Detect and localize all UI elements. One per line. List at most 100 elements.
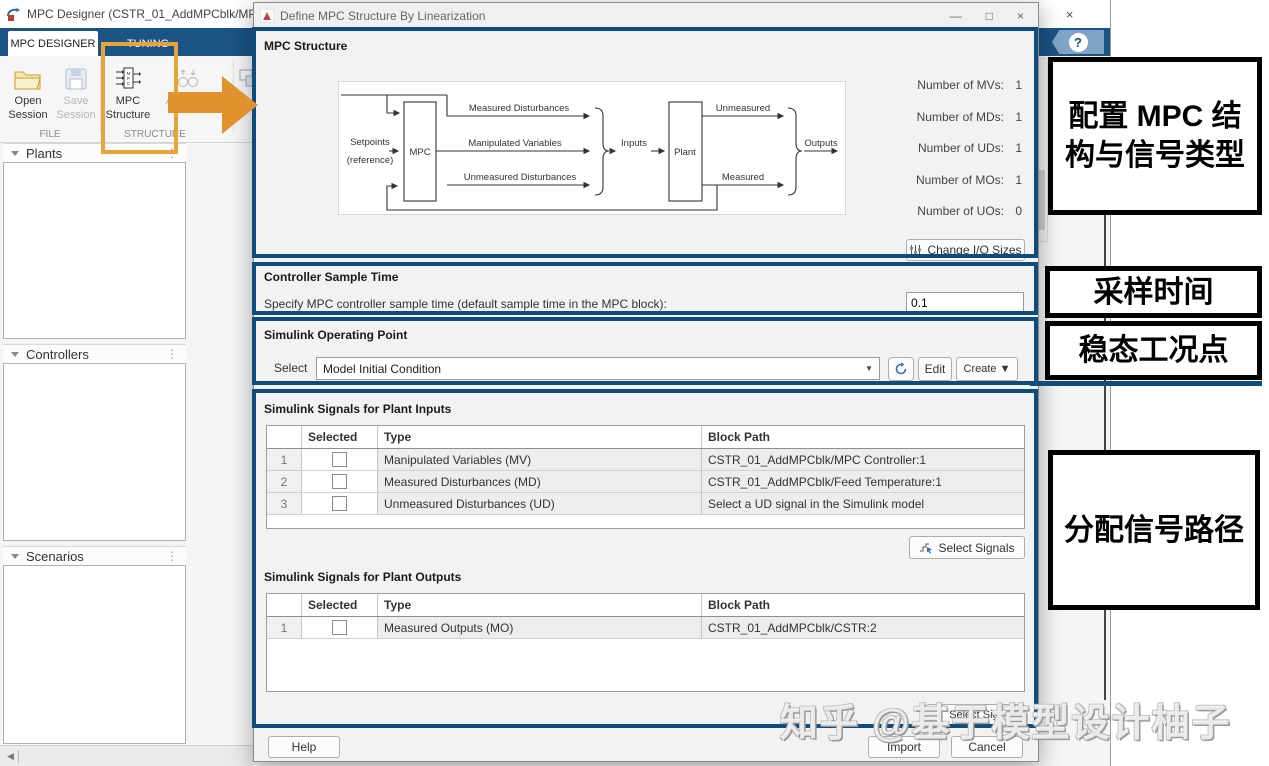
- diagram-mpc-label: MPC: [409, 147, 430, 158]
- scenarios-label: Scenarios: [26, 549, 84, 564]
- help-button[interactable]: ?: [1052, 30, 1104, 54]
- group-label-file: FILE: [18, 129, 82, 140]
- sidebar-section-scenarios[interactable]: Scenarios ⋮: [3, 546, 186, 566]
- refresh-button[interactable]: [888, 357, 914, 381]
- diagram-reference-label: (reference): [347, 155, 393, 166]
- mpc-structure-button[interactable]: M P C MPC Structure: [102, 60, 154, 123]
- io-attributes-icon: [158, 60, 220, 92]
- sample-time-label: Specify MPC controller sample time (defa…: [264, 297, 667, 311]
- create-button[interactable]: Create ▼: [956, 357, 1018, 381]
- io-count-row: Number of MDs:1: [866, 110, 1022, 125]
- sample-time-heading: Controller Sample Time: [264, 270, 398, 284]
- select-label: Select: [274, 361, 307, 375]
- mpc-structure-diagram: Setpoints (reference) MPC Measured Distu…: [338, 81, 846, 215]
- help-icon: ?: [1069, 33, 1088, 52]
- table-header-row: Selected Type Block Path: [267, 594, 1024, 617]
- operating-point-heading: Simulink Operating Point: [264, 328, 407, 342]
- annotation-operating-point: 稳态工况点: [1045, 321, 1262, 380]
- define-mpc-structure-dialog: Define MPC Structure By Linearization — …: [253, 2, 1039, 762]
- tab-tuning[interactable]: TUNING: [108, 31, 188, 56]
- diagram-plant-label: Plant: [674, 147, 696, 158]
- mpc-structure-icon: M P C: [102, 60, 154, 92]
- dialog-title: Define MPC Structure By Linearization: [280, 9, 485, 23]
- kebab-menu-icon[interactable]: ⋮: [166, 549, 178, 563]
- sidebar-section-plants[interactable]: Plants ⋮: [3, 143, 186, 163]
- plant-inputs-table: Selected Type Block Path 1 Manipulated V…: [266, 425, 1025, 529]
- io-count-row: Number of UOs:0: [866, 204, 1022, 219]
- mpc-structure-label: MPC Structure: [102, 95, 154, 123]
- table-row[interactable]: 3 Unmeasured Disturbances (UD) Select a …: [267, 493, 1024, 515]
- io-count-row: Number of MOs:1: [866, 173, 1022, 188]
- save-session-button: Save Session: [50, 60, 102, 123]
- selected-checkbox[interactable]: [332, 452, 347, 467]
- close-icon[interactable]: ×: [1017, 9, 1024, 23]
- minimize-icon[interactable]: —: [950, 9, 962, 23]
- maximize-icon[interactable]: □: [986, 9, 993, 23]
- refresh-icon: [894, 362, 908, 376]
- open-session-label: Open Session: [2, 95, 54, 123]
- save-floppy-icon: [50, 60, 102, 92]
- collapse-panel-icon[interactable]: ◀: [6, 750, 19, 763]
- status-bar: ◀: [0, 745, 253, 766]
- scrollbar-thumb[interactable]: [1038, 170, 1045, 230]
- watermark: 知乎 @基于模型设计柚子: [780, 692, 1260, 747]
- dialog-titlebar[interactable]: Define MPC Structure By Linearization — …: [254, 3, 1038, 29]
- chevron-down-icon: [11, 554, 19, 559]
- kebab-menu-icon[interactable]: ⋮: [166, 146, 178, 160]
- io-count-row: Number of UDs:1: [866, 141, 1022, 156]
- chevron-down-icon: [11, 151, 19, 156]
- sample-time-input[interactable]: [906, 292, 1024, 313]
- edit-button[interactable]: Edit: [918, 357, 952, 381]
- chevron-down-icon: [11, 352, 19, 357]
- sidebar-section-controllers[interactable]: Controllers ⋮: [3, 344, 186, 364]
- open-folder-icon: [2, 60, 54, 92]
- selected-checkbox[interactable]: [332, 620, 347, 635]
- chevron-down-icon: ▼: [865, 364, 873, 373]
- select-signals-button[interactable]: Select Signals: [909, 536, 1025, 559]
- diagram-ud-label: Unmeasured Disturbances: [464, 172, 577, 183]
- table-row[interactable]: 1 Measured Outputs (MO) CSTR_01_AddMPCbl…: [267, 617, 1024, 639]
- table-row[interactable]: 2 Measured Disturbances (MD) CSTR_01_Add…: [267, 471, 1024, 493]
- scenarios-list[interactable]: [3, 565, 186, 744]
- selected-checkbox[interactable]: [332, 496, 347, 511]
- plant-outputs-table: Selected Type Block Path 1 Measured Outp…: [266, 593, 1025, 692]
- table-empty-row: [267, 515, 1024, 528]
- annotation-signals: 分配信号路径: [1048, 450, 1260, 610]
- operating-point-dropdown[interactable]: Model Initial Condition ▼: [316, 357, 880, 380]
- close-icon[interactable]: ×: [1066, 7, 1074, 22]
- annotation-structure: 配置 MPC 结构与信号类型: [1048, 57, 1262, 215]
- diagram-md-label: Measured Disturbances: [469, 103, 570, 114]
- plant-inputs-heading: Simulink Signals for Plant Inputs: [264, 402, 451, 416]
- annotation-sample-time: 采样时间: [1045, 266, 1262, 318]
- attributes-button: Attributes: [158, 60, 220, 109]
- tab-mpc-designer[interactable]: MPC DESIGNER: [8, 31, 98, 56]
- diagram-outputs-label: Outputs: [804, 138, 838, 149]
- dropdown-value: Model Initial Condition: [323, 362, 441, 376]
- screenshot-stage: MPC Designer (CSTR_01_AddMPCblk/MPC Con …: [0, 0, 1269, 766]
- table-header-row: Selected Type Block Path: [267, 426, 1024, 449]
- diagram-setpoints-label: Setpoints: [350, 137, 390, 148]
- controllers-list[interactable]: [3, 363, 186, 541]
- io-sizes-icon: [909, 244, 922, 257]
- plants-list[interactable]: [3, 162, 186, 339]
- diagram-measured-label: Measured: [722, 172, 764, 183]
- selected-checkbox[interactable]: [332, 474, 347, 489]
- kebab-menu-icon[interactable]: ⋮: [166, 347, 178, 361]
- diagram-inputs-label: Inputs: [621, 138, 647, 149]
- open-session-button[interactable]: Open Session: [2, 60, 54, 123]
- attributes-label: Attributes: [158, 95, 220, 109]
- group-label-structure: STRUCTURE: [95, 129, 215, 140]
- dialog-app-icon: [260, 9, 274, 23]
- table-row[interactable]: 1 Manipulated Variables (MV) CSTR_01_Add…: [267, 449, 1024, 471]
- save-session-label: Save Session: [50, 95, 102, 123]
- plants-label: Plants: [26, 146, 62, 161]
- mpc-structure-heading: MPC Structure: [264, 39, 347, 53]
- toolbar-divider: [233, 60, 234, 132]
- plant-outputs-heading: Simulink Signals for Plant Outputs: [264, 570, 461, 584]
- controllers-label: Controllers: [26, 347, 89, 362]
- help-button[interactable]: Help: [268, 736, 340, 758]
- table-empty-row: [267, 639, 1024, 691]
- main-window-title: MPC Designer (CSTR_01_AddMPCblk/MPC Con: [27, 7, 290, 21]
- change-io-sizes-button[interactable]: Change I/O Sizes: [906, 239, 1025, 261]
- annotation-outline-extension: [1030, 381, 1262, 386]
